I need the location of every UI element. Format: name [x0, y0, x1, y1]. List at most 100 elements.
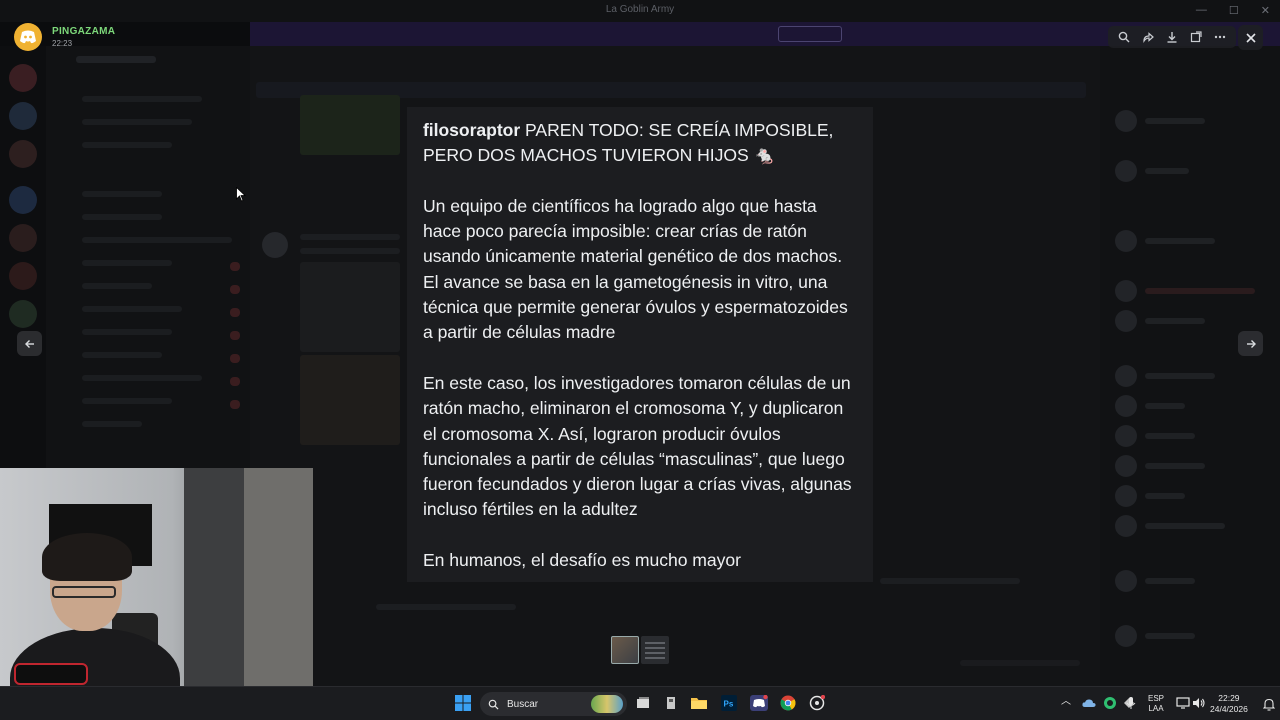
microphone-tray-icon[interactable] [1122, 694, 1140, 712]
tray-chevron-icon[interactable]: ︿ [1061, 697, 1071, 707]
unread-badge [230, 262, 240, 271]
member-avatar [1115, 160, 1137, 182]
file-icon[interactable] [662, 694, 680, 712]
window-close-icon[interactable]: ✕ [1261, 4, 1270, 17]
photoshop-icon[interactable]: Ps [720, 694, 738, 712]
channel-item [82, 237, 232, 243]
channel-item [82, 142, 172, 148]
member-name [1145, 523, 1225, 529]
member-name [1145, 403, 1185, 409]
message-line [376, 604, 516, 610]
file-explorer-icon[interactable] [690, 694, 708, 712]
server-icon [9, 102, 37, 130]
message-line [300, 248, 400, 254]
minimize-icon[interactable]: — [1196, 4, 1207, 17]
member-avatar [1115, 515, 1137, 537]
member-name [1145, 373, 1215, 379]
language-code: ESP [1148, 694, 1165, 703]
uploader-name[interactable]: PINGAZAMA [52, 26, 115, 37]
member-avatar [1115, 425, 1137, 447]
member-name [1145, 318, 1205, 324]
arrow-left-icon [24, 339, 34, 348]
thumbnail[interactable] [611, 636, 639, 664]
tray-edge-icon[interactable] [1101, 694, 1119, 712]
webcam-feed [0, 468, 313, 720]
unread-badge [230, 400, 240, 409]
task-view-icon[interactable] [634, 694, 652, 712]
download-icon[interactable] [1162, 27, 1182, 47]
member-name [1145, 463, 1205, 469]
viewer-toolbar [1108, 26, 1236, 48]
channel-item [82, 96, 202, 102]
member-name [1145, 493, 1185, 499]
server-icon [9, 140, 37, 168]
more-icon[interactable] [1210, 27, 1230, 47]
forward-icon[interactable] [1138, 27, 1158, 47]
unread-badge [230, 354, 240, 363]
volume-icon[interactable] [1190, 694, 1208, 712]
zoom-in-icon[interactable] [1114, 27, 1134, 47]
member-avatar [1115, 280, 1137, 302]
screen: La Goblin Army — ☐ ✕ PINGAZAMA 22:23 fil… [0, 0, 1280, 720]
next-image-button[interactable] [1238, 331, 1263, 356]
chat-image [300, 262, 400, 352]
member-avatar [1115, 230, 1137, 252]
member-avatar [1115, 365, 1137, 387]
chrome-icon[interactable] [779, 694, 797, 712]
message-line [300, 234, 400, 240]
member-avatar [1115, 455, 1137, 477]
channel-item [82, 421, 142, 427]
channel-item [82, 283, 152, 289]
search-label: Buscar [507, 698, 539, 710]
unread-badge [230, 331, 240, 340]
chat-image [300, 355, 400, 445]
post-paragraph: Un equipo de científicos ha logrado algo… [423, 195, 848, 343]
taskbar-search[interactable]: Buscar [480, 692, 627, 716]
avatar [262, 232, 288, 258]
post-paragraph: En humanos, el desafío es mucho mayor [423, 550, 741, 571]
server-icon [9, 262, 37, 290]
member-avatar [1115, 110, 1137, 132]
arrow-right-icon [1246, 339, 1256, 348]
close-viewer-button[interactable] [1238, 25, 1263, 50]
open-external-icon[interactable] [1186, 27, 1206, 47]
discord-taskbar-icon[interactable] [750, 694, 768, 712]
server-icon [9, 186, 37, 214]
tray-cloud-icon[interactable] [1080, 694, 1098, 712]
discord-logo-icon [14, 23, 42, 51]
previous-image-button[interactable] [17, 331, 42, 356]
member-avatar [1115, 485, 1137, 507]
chat-image [300, 95, 400, 155]
notification-bell-icon[interactable] [1260, 695, 1278, 713]
search-icon [488, 699, 499, 710]
message-line [880, 578, 1020, 584]
channel-item [82, 260, 172, 266]
channel-item [82, 375, 202, 381]
uploader-info: PINGAZAMA 22:23 [14, 23, 115, 51]
server-icon [9, 300, 37, 328]
thumbnail[interactable] [641, 636, 669, 664]
svg-text:Ps: Ps [724, 700, 734, 709]
upload-time: 22:23 [52, 39, 73, 48]
thumbnail-strip [611, 636, 669, 664]
taskbar-clock[interactable]: 22:29 24/4/2026 [1210, 693, 1248, 715]
window-controls: — ☐ ✕ [1196, 4, 1270, 17]
windows-start-icon[interactable] [454, 694, 472, 712]
notice-banner-button [778, 26, 842, 42]
server-icon [9, 64, 37, 92]
post-paragraph: En este caso, los investigadores tomaron… [423, 372, 852, 520]
member-name [1145, 238, 1215, 244]
member-name [1145, 168, 1189, 174]
microphone [14, 663, 88, 685]
maximize-icon[interactable]: ☐ [1229, 4, 1239, 17]
search-highlight-icon [591, 695, 623, 713]
keyboard-layout: LAA [1148, 704, 1164, 713]
channel-item [82, 214, 162, 220]
channel-item [82, 191, 162, 197]
language-indicator[interactable]: ESP LAA [1148, 694, 1164, 714]
clock-date: 24/4/2026 [1210, 704, 1248, 714]
app-icon[interactable] [808, 694, 826, 712]
post-image: filosoraptor PAREN TODO: SE CREÍA IMPOSI… [407, 107, 873, 582]
app-title: La Goblin Army [605, 4, 675, 15]
unread-badge [230, 308, 240, 317]
